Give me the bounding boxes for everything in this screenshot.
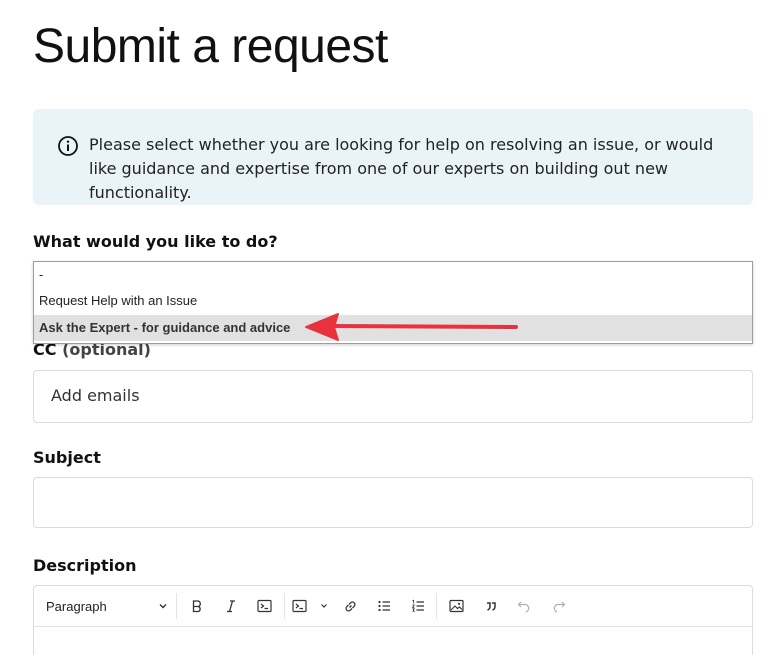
numbered-list-icon[interactable]: [407, 596, 429, 616]
block-format-label: Paragraph: [46, 598, 107, 614]
request-type-label: What would you like to do?: [33, 232, 278, 251]
redo-icon[interactable]: [547, 596, 569, 616]
description-label: Description: [33, 556, 137, 575]
code-icon[interactable]: [253, 596, 275, 616]
undo-icon[interactable]: [513, 596, 535, 616]
bold-icon[interactable]: [186, 596, 208, 616]
cc-email-field[interactable]: Add emails: [33, 370, 753, 423]
info-circle-icon: [57, 135, 79, 157]
italic-icon[interactable]: [220, 596, 242, 616]
subject-input[interactable]: [33, 477, 753, 528]
page-title: Submit a request: [33, 20, 388, 73]
block-format-select[interactable]: Paragraph: [46, 596, 168, 616]
notice-text: Please select whether you are looking fo…: [89, 135, 714, 202]
bulleted-list-icon[interactable]: [373, 596, 395, 616]
image-icon[interactable]: [445, 596, 467, 616]
dropdown-option-empty[interactable]: -: [34, 262, 752, 288]
description-editor[interactable]: Paragraph: [33, 585, 753, 655]
info-notice: Please select whether you are looking fo…: [33, 109, 753, 205]
code-block-icon[interactable]: [292, 596, 328, 616]
annotation-arrow-icon: [305, 313, 518, 341]
editor-toolbar: Paragraph: [34, 586, 752, 627]
link-icon[interactable]: [339, 596, 361, 616]
subject-label: Subject: [33, 448, 101, 467]
submit-request-page: Submit a request Please select whether y…: [0, 0, 778, 655]
cc-email-placeholder: Add emails: [51, 386, 140, 405]
blockquote-icon[interactable]: [480, 596, 502, 616]
chevron-down-icon: [158, 601, 168, 611]
